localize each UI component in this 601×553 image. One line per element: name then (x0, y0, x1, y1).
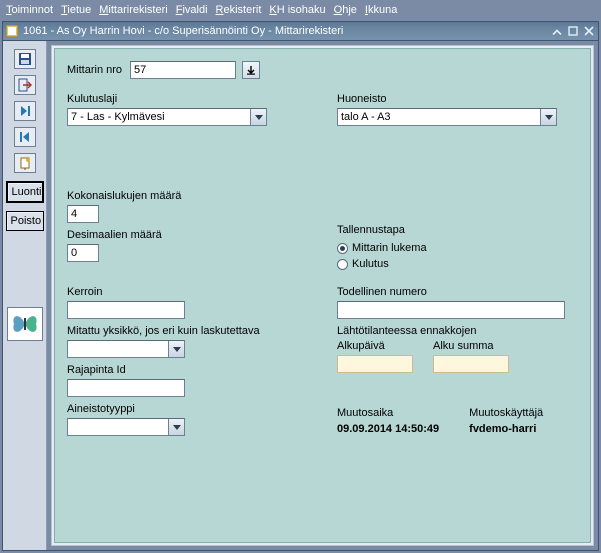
radio-icon (337, 243, 348, 254)
menu-rekisterit[interactable]: Rekisterit (216, 4, 262, 16)
menubar[interactable]: Toiminnot Tietue Mittarirekisteri Fivald… (0, 0, 601, 20)
tallennustapa-label: Tallennustapa (337, 224, 578, 236)
chevron-down-icon[interactable] (168, 341, 184, 357)
muutoskayttaja-label: Muutoskäyttäjä (469, 407, 543, 419)
muutosaika-value: 09.09.2014 14:50:49 (337, 423, 439, 435)
exit-icon[interactable] (14, 75, 36, 95)
chevron-down-icon[interactable] (250, 109, 266, 125)
luonti-button[interactable]: Luonti (6, 181, 44, 203)
menu-ohje[interactable]: Ohje (334, 4, 357, 16)
kokonaislukujen-label: Kokonaislukujen määrä (67, 190, 277, 202)
todellinen-numero-label: Todellinen numero (337, 286, 578, 298)
sidebar: Luonti Poisto (3, 41, 47, 550)
titlebar: 1061 - As Oy Harrin Hovi - c/o Superisän… (3, 22, 598, 41)
mittarin-nro-label: Mittarin nro (67, 64, 122, 76)
app-icon (5, 24, 19, 38)
mittarin-nro-lookup-button[interactable] (242, 61, 260, 79)
maximize-button[interactable] (566, 24, 580, 38)
huoneisto-label: Huoneisto (337, 93, 578, 105)
desimaalien-label: Desimaalien määrä (67, 229, 277, 241)
chevron-down-icon[interactable] (540, 109, 556, 125)
aineistotyyppi-label: Aineistotyyppi (67, 403, 277, 415)
poisto-button[interactable]: Poisto (6, 211, 44, 231)
close-button[interactable] (582, 24, 596, 38)
kulutuslaji-combo[interactable] (67, 108, 267, 126)
radio-icon (337, 259, 348, 270)
alkusumma-input[interactable] (433, 355, 509, 373)
kokonaislukujen-input[interactable] (67, 205, 99, 223)
lahtotilanne-label: Lähtötilanteessa ennakkojen (337, 325, 578, 337)
prev-record-icon[interactable] (14, 127, 36, 147)
tool-icon[interactable] (14, 153, 36, 173)
menu-tietue[interactable]: Tietue (61, 4, 91, 16)
mittarin-nro-input[interactable] (130, 61, 236, 79)
radio-kulutus[interactable]: Kulutus (337, 258, 578, 270)
todellinen-numero-input[interactable] (337, 301, 565, 319)
huoneisto-combo[interactable] (337, 108, 557, 126)
kerroin-input[interactable] (67, 301, 185, 319)
menu-toiminnot[interactable]: Toiminnot (6, 4, 53, 16)
save-icon[interactable] (14, 49, 36, 69)
menu-ikkuna[interactable]: Ikkuna (365, 4, 397, 16)
mitattu-yksikko-label: Mitattu yksikkö, jos eri kuin laskutetta… (67, 325, 277, 337)
radio-mittarin-lukema[interactable]: Mittarin lukema (337, 242, 578, 254)
chevron-down-icon[interactable] (168, 419, 184, 435)
kerroin-label: Kerroin (67, 286, 277, 298)
next-record-icon[interactable] (14, 101, 36, 121)
butterfly-logo (7, 307, 43, 341)
menu-kh-isohaku[interactable]: KH isohaku (269, 4, 325, 16)
rajapinta-id-label: Rajapinta Id (67, 364, 277, 376)
desimaalien-input[interactable] (67, 244, 99, 262)
menu-fivaldi[interactable]: Fivaldi (176, 4, 208, 16)
alkupaiva-label: Alkupäivä (337, 340, 413, 352)
muutoskayttaja-value: fvdemo-harri (469, 423, 543, 435)
main-area: Mittarin nro Kulutuslaji (51, 45, 594, 546)
kulutuslaji-label: Kulutuslaji (67, 93, 277, 105)
window-title: 1061 - As Oy Harrin Hovi - c/o Superisän… (23, 25, 343, 37)
alkusumma-label: Alku summa (433, 340, 509, 352)
muutosaika-label: Muutosaika (337, 407, 439, 419)
alkupaiva-input[interactable] (337, 355, 413, 373)
minimize-button[interactable] (550, 24, 564, 38)
menu-mittarirekisteri[interactable]: Mittarirekisteri (99, 4, 167, 16)
rajapinta-id-input[interactable] (67, 379, 185, 397)
form-panel: Mittarin nro Kulutuslaji (54, 48, 591, 543)
